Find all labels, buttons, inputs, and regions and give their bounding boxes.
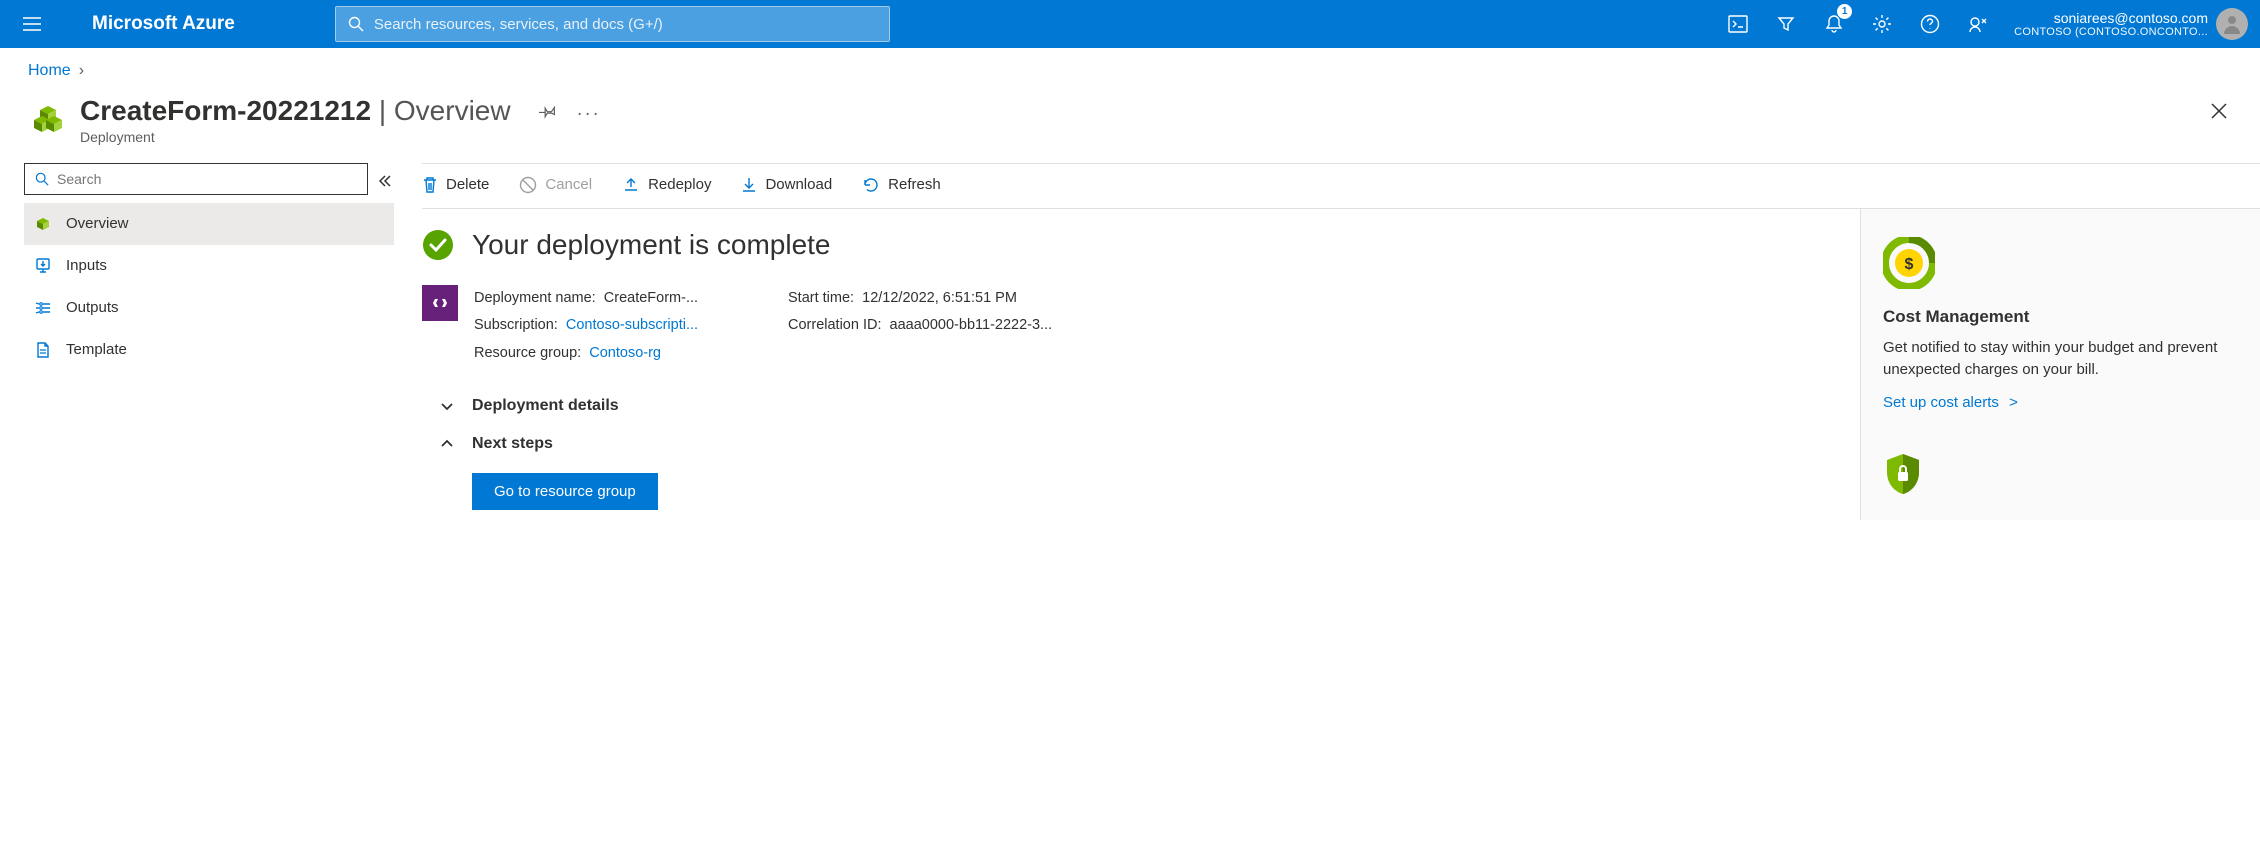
deployment-details-toggle[interactable]: Deployment details: [440, 397, 1860, 415]
page-title: CreateForm-20221212 | Overview: [80, 96, 511, 127]
chevron-down-icon: [440, 399, 454, 413]
filter-icon: [1777, 15, 1795, 33]
success-icon: [422, 229, 454, 261]
pin-button[interactable]: [539, 102, 557, 125]
go-to-resource-group-button[interactable]: Go to resource group: [472, 473, 658, 510]
sidebar-item-template[interactable]: Template: [24, 329, 394, 371]
account-directory: CONTOSO (CONTOSO.ONCONTO...: [2014, 26, 2208, 38]
search-icon: [35, 172, 49, 186]
menu-toggle[interactable]: [12, 17, 52, 31]
refresh-icon: [862, 176, 880, 194]
cloud-shell-icon: [1728, 15, 1748, 33]
breadcrumb-home[interactable]: Home: [28, 62, 71, 80]
filter-button[interactable]: [1762, 0, 1810, 48]
sidebar-item-label: Template: [66, 341, 127, 358]
sidebar-item-label: Inputs: [66, 257, 107, 274]
sidebar: Overview Inputs Outputs Template: [24, 163, 394, 520]
subscription-link[interactable]: Contoso-subscripti...: [566, 317, 698, 333]
resource-type-icon: [422, 285, 458, 321]
svg-text:$: $: [1905, 256, 1914, 273]
more-button[interactable]: ···: [577, 103, 601, 124]
sidebar-search-input[interactable]: [57, 171, 357, 187]
feedback-icon: [1968, 14, 1988, 34]
search-icon: [348, 16, 364, 32]
sidebar-item-overview[interactable]: Overview: [24, 203, 394, 245]
azure-topbar: Microsoft Azure 1 soniarees@contoso.com …: [0, 0, 2260, 48]
breadcrumb: Home ›: [0, 48, 2260, 88]
right-panel: $ Cost Management Get notified to stay w…: [1860, 209, 2260, 520]
global-search-input[interactable]: [374, 16, 877, 33]
next-steps-toggle[interactable]: Next steps: [440, 435, 1860, 453]
toolbar: Delete Cancel Redeploy Download Refresh: [422, 164, 2260, 209]
cost-management-body: Get notified to stay within your budget …: [1883, 337, 2238, 382]
hamburger-icon: [23, 17, 41, 31]
cost-management-title: Cost Management: [1883, 307, 2238, 327]
download-button[interactable]: Download: [741, 176, 832, 194]
notifications-button[interactable]: 1: [1810, 0, 1858, 48]
global-search[interactable]: [335, 6, 890, 42]
trash-icon: [422, 176, 438, 194]
chevron-right-icon: ›: [79, 62, 84, 80]
delete-button[interactable]: Delete: [422, 176, 489, 194]
close-button[interactable]: [2210, 100, 2228, 126]
avatar: [2216, 8, 2248, 40]
account-email: soniarees@contoso.com: [2014, 10, 2208, 26]
sidebar-item-label: Overview: [66, 215, 129, 232]
gear-icon: [1872, 14, 1892, 34]
pin-icon: [539, 102, 557, 120]
brand-label[interactable]: Microsoft Azure: [92, 13, 235, 35]
resource-group-link[interactable]: Contoso-rg: [589, 345, 661, 361]
notification-count: 1: [1837, 4, 1852, 19]
person-icon: [2220, 12, 2244, 36]
redeploy-icon: [622, 176, 640, 194]
details-column-2: Start time: 12/12/2022, 6:51:51 PM Corre…: [788, 285, 1118, 368]
chevron-up-icon: [440, 437, 454, 451]
collapse-sidebar-button[interactable]: [378, 168, 394, 189]
settings-button[interactable]: [1858, 0, 1906, 48]
main-content: Delete Cancel Redeploy Download Refresh: [422, 163, 2260, 520]
details-column-1: Deployment name: CreateForm-... Subscrip…: [474, 285, 764, 368]
template-icon: [34, 341, 52, 359]
chevron-double-left-icon: [378, 173, 394, 189]
deployment-icon: [28, 100, 68, 140]
close-icon: [2210, 102, 2228, 120]
help-button[interactable]: [1906, 0, 1954, 48]
cancel-button: Cancel: [519, 176, 592, 194]
cube-icon: [34, 215, 52, 233]
cloud-shell-button[interactable]: [1714, 0, 1762, 48]
page-subtitle: Deployment: [80, 129, 511, 145]
sidebar-item-inputs[interactable]: Inputs: [24, 245, 394, 287]
outputs-icon: [34, 299, 52, 317]
download-icon: [741, 176, 757, 194]
cancel-icon: [519, 176, 537, 194]
status-title: Your deployment is complete: [472, 229, 831, 261]
account-menu[interactable]: soniarees@contoso.com CONTOSO (CONTOSO.O…: [2014, 8, 2248, 40]
page-header: CreateForm-20221212 | Overview Deploymen…: [0, 88, 2260, 163]
redeploy-button[interactable]: Redeploy: [622, 176, 711, 194]
help-icon: [1920, 14, 1940, 34]
sidebar-item-outputs[interactable]: Outputs: [24, 287, 394, 329]
feedback-button[interactable]: [1954, 0, 2002, 48]
cost-management-icon: $: [1883, 237, 1935, 289]
refresh-button[interactable]: Refresh: [862, 176, 941, 194]
security-icon: [1883, 452, 1923, 492]
inputs-icon: [34, 257, 52, 275]
sidebar-item-label: Outputs: [66, 299, 119, 316]
sidebar-search[interactable]: [24, 163, 368, 195]
cost-alerts-link[interactable]: Set up cost alerts >: [1883, 394, 2018, 411]
